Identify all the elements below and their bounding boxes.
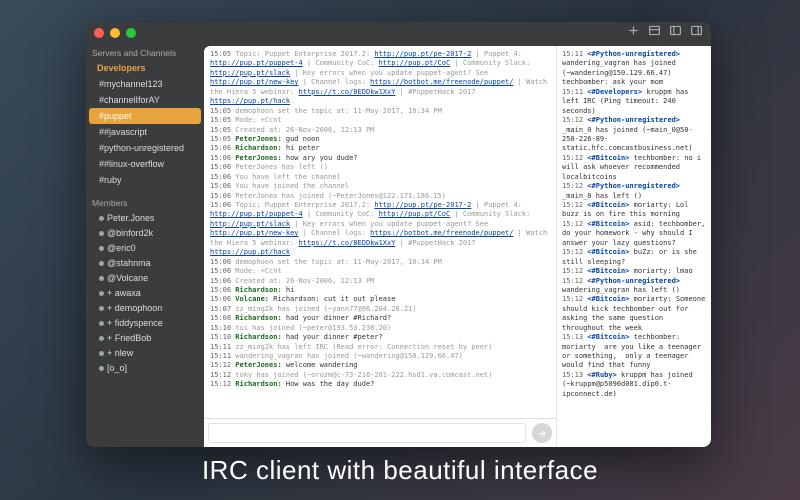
log-line: 15:12 Richardson: How was the day dude? — [210, 380, 550, 389]
app-window: Servers and Channels Developers #mychann… — [86, 22, 711, 447]
log-line: 15:06 PeterJones has left () — [210, 163, 550, 172]
toolbar — [627, 24, 703, 42]
message-input[interactable] — [208, 423, 526, 443]
member-item[interactable]: Peter.Jones — [89, 210, 201, 225]
aside-line: 15:12 <#Python-unregistered> _main_0 has… — [562, 116, 706, 154]
input-bar — [204, 418, 556, 447]
columns-icon[interactable] — [669, 24, 682, 42]
log-line: 15:10 Richardson: had your dinner #peter… — [210, 333, 550, 342]
log-line: 15:05 Topic: Puppet Enterprise 2017.2: h… — [210, 50, 550, 107]
log-line: 15:11 wandering_vagran has joined (~wand… — [210, 352, 550, 361]
aside-line: 15:12 <#Bitcoin> moriarty: Lol buzz is o… — [562, 201, 706, 220]
channel-item[interactable]: #ruby — [89, 172, 201, 188]
aside-line: 15:12 <#Python-unregistered> wandering_v… — [562, 277, 706, 296]
aside-line: 15:12 <#Bitcoin> moriarty: Someone shoul… — [562, 295, 706, 333]
log-line: 15:11 zz_ming2k has left IRC (Read error… — [210, 343, 550, 352]
log-line: 15:05 PeterJones: gud noon — [210, 135, 550, 144]
channel-item[interactable]: ##javascript — [89, 124, 201, 140]
aside-line: 15:12 <#Bitcoin> moriarty: lmao — [562, 267, 706, 276]
aside-line: 15:12 <#Bitcoin> asid: techbomber, do yo… — [562, 220, 706, 248]
member-item[interactable]: + nlew — [89, 345, 201, 360]
log-line: 15:06 Richardson: hi peter — [210, 144, 550, 153]
channel-item[interactable]: #mychannel123 — [89, 76, 201, 92]
channel-item[interactable]: ##linux-overflow — [89, 156, 201, 172]
log-line: 15:05 Created at: 26-Nov-2006, 12:13 PM — [210, 126, 550, 135]
log-line: 15:08 Richardson: had your dinner #Richa… — [210, 314, 550, 323]
add-server-icon[interactable] — [627, 24, 640, 42]
member-item[interactable]: [o_o] — [89, 360, 201, 375]
log-line: 15:06 PeterJones: how ary you dude? — [210, 154, 550, 163]
aside-line: 15:12 <#Bitcoin> buZz: or is she still s… — [562, 248, 706, 267]
member-item[interactable]: @binford2k — [89, 225, 201, 240]
aside-line: 15:11 <#Developers> kruppm has left IRC … — [562, 88, 706, 116]
log-line: 15:12 PeterJones: welcome wandering — [210, 361, 550, 370]
aside-line: 15:13 <#Bitcoin> techbomber: moriarty ar… — [562, 333, 706, 371]
log-line: 15:06 Created at: 26-Nov-2006, 12:13 PM — [210, 277, 550, 286]
send-button[interactable] — [532, 423, 552, 443]
aside-line: 15:12 <#Bitcoin> techbomber: no i will a… — [562, 154, 706, 182]
channel-item[interactable]: #puppet — [89, 108, 201, 124]
log-line: 15:06 Topic: Puppet Enterprise 2017.2: h… — [210, 201, 550, 258]
log-line: 15:12 toky has joined (~oruzm@c-73-216-2… — [210, 371, 550, 380]
aside-line: 15:12 <#Python-unregistered> _main_0 has… — [562, 182, 706, 201]
log-line: 15:06 Mode: +Ccnt — [210, 267, 550, 276]
log-line: 15:06 Volcane: Richardson: cut it out pl… — [210, 295, 550, 304]
aside-line: techbomber: ask your mom — [562, 78, 706, 87]
marketing-caption: IRC client with beautiful interface — [202, 455, 598, 486]
log-line: 15:10 tui has joined (~peter@193.53.238.… — [210, 324, 550, 333]
aside-pane[interactable]: 15:11 <#Python-unregistered> wandering_v… — [556, 46, 711, 447]
member-item[interactable]: + demophoon — [89, 300, 201, 315]
main-pane: 15:05 Topic: Puppet Enterprise 2017.2: h… — [204, 46, 556, 447]
log-line: 15:05 Mode: +Ccnt — [210, 116, 550, 125]
panels-icon[interactable] — [690, 24, 703, 42]
list-icon[interactable] — [648, 24, 661, 42]
window-controls — [94, 28, 136, 38]
channel-item[interactable]: #channelIforAY — [89, 92, 201, 108]
log-line: 15:06 You have joined the channel — [210, 182, 550, 191]
titlebar — [86, 22, 711, 44]
aside-line: 15:11 <#Python-unregistered> wandering_v… — [562, 50, 706, 78]
log-line: 15:06 demophoon set the topic at: 11-May… — [210, 258, 550, 267]
member-item[interactable]: + fiddyspence — [89, 315, 201, 330]
maximize-icon[interactable] — [126, 28, 136, 38]
log-line: 15:05 demophoon set the topic at: 11-May… — [210, 107, 550, 116]
member-item[interactable]: + FriedBob — [89, 330, 201, 345]
member-item[interactable]: @Volcane — [89, 270, 201, 285]
member-item[interactable]: @stahnma — [89, 255, 201, 270]
log-line: 15:06 You have left the channel — [210, 173, 550, 182]
server-item[interactable]: Developers — [89, 60, 201, 76]
member-item[interactable]: @eric0 — [89, 240, 201, 255]
channel-item[interactable]: #python-unregistered — [89, 140, 201, 156]
log-line: 15:07 zz_ming2k has joined (~yann77@96.2… — [210, 305, 550, 314]
sidebar: Servers and Channels Developers #mychann… — [86, 44, 204, 447]
close-icon[interactable] — [94, 28, 104, 38]
log-line: 15:06 Richardson: hi — [210, 286, 550, 295]
chat-log[interactable]: 15:05 Topic: Puppet Enterprise 2017.2: h… — [204, 46, 556, 418]
aside-line: 15:13 <#Ruby> kruppm has joined (~kruppm… — [562, 371, 706, 399]
sidebar-header-members: Members — [86, 194, 204, 210]
log-line: 15:06 PeterJones has joined (~PeterJones… — [210, 192, 550, 201]
minimize-icon[interactable] — [110, 28, 120, 38]
sidebar-header-servers: Servers and Channels — [86, 44, 204, 60]
member-item[interactable]: + awaxa — [89, 285, 201, 300]
